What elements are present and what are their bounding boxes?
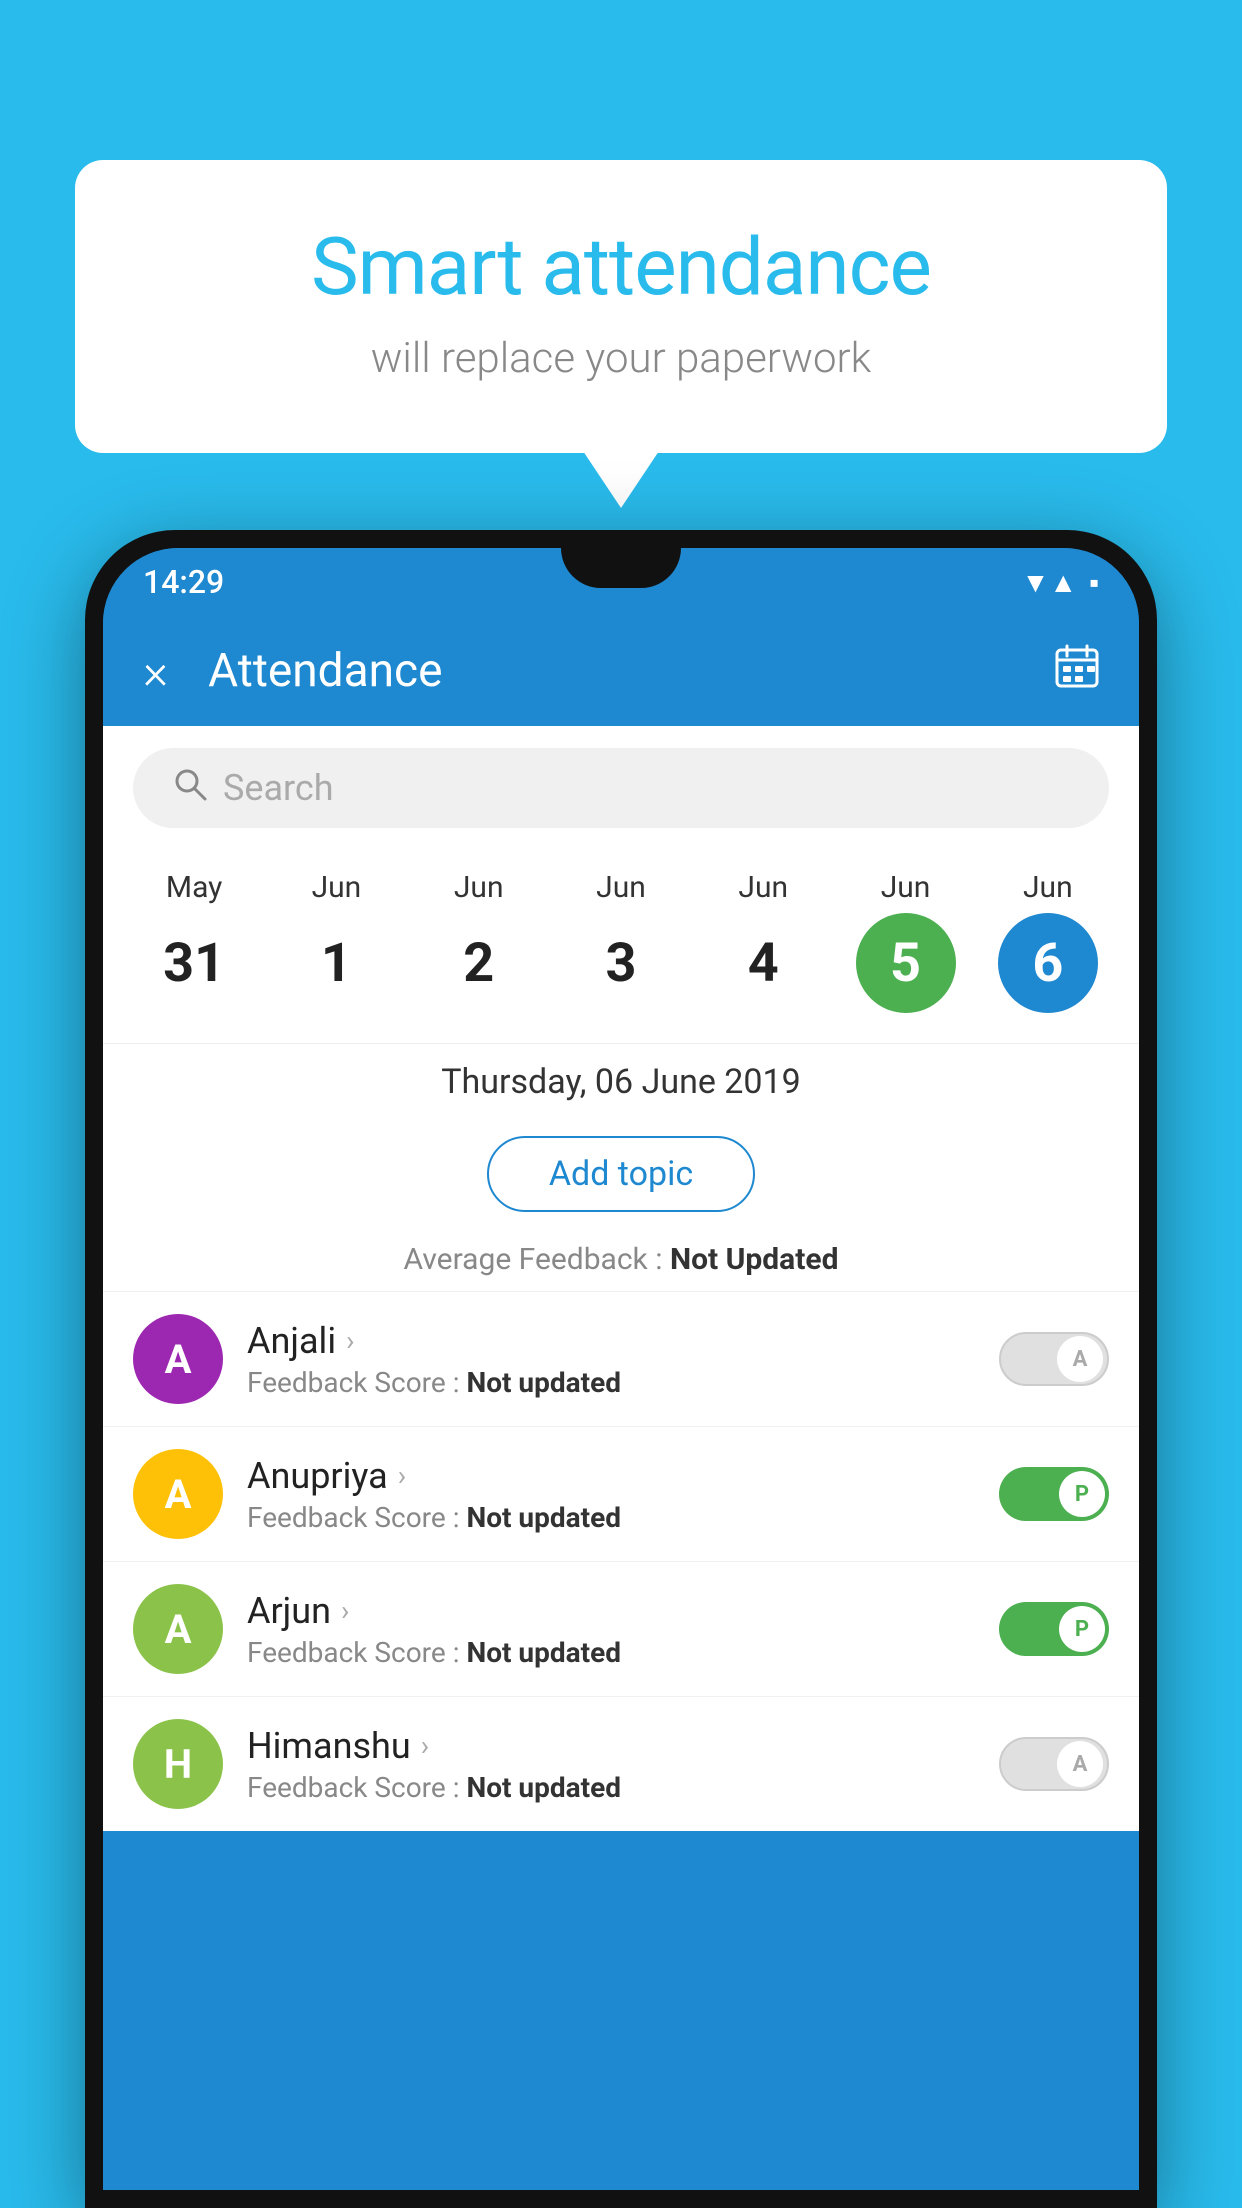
selected-date: Thursday, 06 June 2019: [103, 1043, 1139, 1120]
chevron-icon: ›: [421, 1729, 429, 1762]
chevron-icon: ›: [341, 1594, 349, 1627]
search-container: Search: [103, 726, 1139, 850]
avg-feedback-value: Not Updated: [670, 1242, 839, 1277]
attendance-toggle-himanshu[interactable]: A: [999, 1737, 1109, 1791]
student-feedback-himanshu: Feedback Score : Not updated: [247, 1771, 975, 1804]
student-name-anupriya: Anupriya ›: [247, 1455, 975, 1497]
student-info-anupriya: Anupriya › Feedback Score : Not updated: [247, 1455, 975, 1534]
avatar-anjali: A: [133, 1314, 223, 1404]
student-name-himanshu: Himanshu ›: [247, 1725, 975, 1767]
date-item-may31[interactable]: May 31: [129, 870, 259, 1013]
close-button[interactable]: ×: [143, 643, 168, 700]
app-title: Attendance: [208, 644, 1015, 698]
wifi-icon: ▼▲: [1022, 566, 1077, 599]
student-feedback-anupriya: Feedback Score : Not updated: [247, 1501, 975, 1534]
date-item-jun3[interactable]: Jun 3: [556, 870, 686, 1013]
avatar-arjun: A: [133, 1584, 223, 1674]
student-item-anupriya[interactable]: A Anupriya › Feedback Score : Not update…: [103, 1426, 1139, 1561]
student-info-himanshu: Himanshu › Feedback Score : Not updated: [247, 1725, 975, 1804]
student-name-anjali: Anjali ›: [247, 1320, 975, 1362]
date-item-jun1[interactable]: Jun 1: [271, 870, 401, 1013]
phone-screen: 14:29 ▼▲ ▪ × Attendance: [103, 548, 1139, 2190]
add-topic-button[interactable]: Add topic: [487, 1136, 755, 1212]
bubble-subtitle: will replace your paperwork: [155, 334, 1087, 383]
student-list: A Anjali › Feedback Score : Not updated …: [103, 1291, 1139, 1831]
calendar-strip: May 31 Jun 1 Jun 2 Jun 3 Jun 4: [103, 850, 1139, 1043]
search-bar[interactable]: Search: [133, 748, 1109, 828]
content-area: Search May 31 Jun 1 Jun 2 Jun: [103, 726, 1139, 1831]
toggle-knob-anupriya: P: [1059, 1471, 1105, 1517]
toggle-knob-anjali: A: [1057, 1336, 1103, 1382]
notch: [561, 548, 681, 588]
status-icons: ▼▲ ▪: [1022, 566, 1099, 599]
status-bar: 14:29 ▼▲ ▪: [103, 548, 1139, 616]
avg-feedback: Average Feedback : Not Updated: [103, 1228, 1139, 1291]
search-placeholder: Search: [223, 767, 334, 809]
toggle-knob-himanshu: A: [1057, 1741, 1103, 1787]
avatar-anupriya: A: [133, 1449, 223, 1539]
student-feedback-arjun: Feedback Score : Not updated: [247, 1636, 975, 1669]
date-item-jun2[interactable]: Jun 2: [414, 870, 544, 1013]
date-item-jun4[interactable]: Jun 4: [698, 870, 828, 1013]
date-item-jun5[interactable]: Jun 5: [841, 870, 971, 1013]
speech-bubble: Smart attendance will replace your paper…: [75, 160, 1167, 453]
calendar-icon[interactable]: [1055, 644, 1099, 699]
student-info-anjali: Anjali › Feedback Score : Not updated: [247, 1320, 975, 1399]
status-time: 14:29: [143, 563, 224, 601]
attendance-toggle-anupriya[interactable]: P: [999, 1467, 1109, 1521]
attendance-toggle-anjali[interactable]: A: [999, 1332, 1109, 1386]
app-bar: × Attendance: [103, 616, 1139, 726]
battery-icon: ▪: [1089, 566, 1099, 599]
phone-frame: 14:29 ▼▲ ▪ × Attendance: [85, 530, 1157, 2208]
avatar-himanshu: H: [133, 1719, 223, 1809]
student-feedback-anjali: Feedback Score : Not updated: [247, 1366, 975, 1399]
toggle-knob-arjun: P: [1059, 1606, 1105, 1652]
date-item-jun6[interactable]: Jun 6: [983, 870, 1113, 1013]
search-icon: [173, 767, 207, 810]
bubble-title: Smart attendance: [155, 220, 1087, 314]
chevron-icon: ›: [398, 1459, 406, 1492]
student-item-anjali[interactable]: A Anjali › Feedback Score : Not updated …: [103, 1291, 1139, 1426]
student-item-arjun[interactable]: A Arjun › Feedback Score : Not updated P: [103, 1561, 1139, 1696]
avg-feedback-label: Average Feedback :: [404, 1242, 663, 1277]
chevron-icon: ›: [346, 1324, 354, 1357]
attendance-toggle-arjun[interactable]: P: [999, 1602, 1109, 1656]
student-info-arjun: Arjun › Feedback Score : Not updated: [247, 1590, 975, 1669]
student-item-himanshu[interactable]: H Himanshu › Feedback Score : Not update…: [103, 1696, 1139, 1831]
add-topic-container: Add topic: [103, 1120, 1139, 1228]
student-name-arjun: Arjun ›: [247, 1590, 975, 1632]
